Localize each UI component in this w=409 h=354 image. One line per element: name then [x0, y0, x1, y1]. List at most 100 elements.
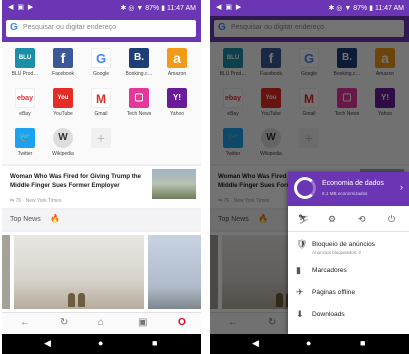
notification-icons: ◀ ▣ ▶: [216, 4, 243, 11]
speed-dial-yahoo[interactable]: Y! Yahoo: [160, 86, 194, 122]
gear-icon[interactable]: ⚙: [328, 214, 336, 225]
system-home-icon[interactable]: ●: [98, 338, 103, 348]
news-image: [2, 235, 10, 309]
speed-dial-facebook[interactable]: f Facebook: [46, 46, 80, 82]
menu-item-downloads[interactable]: ⬇ Downloads: [288, 306, 409, 326]
news-card[interactable]: Woman Who Was Fired for Giving Trump the…: [2, 166, 201, 208]
menu-item-bookmarks[interactable]: ▮ Marcadores: [288, 262, 409, 282]
speed-dial-label: Facebook: [52, 71, 74, 77]
notification-icons: ◀ ▣ ▶: [8, 4, 35, 11]
system-recent-icon[interactable]: ■: [360, 338, 365, 348]
gmail-icon: M: [91, 88, 111, 108]
blu-icon: BLU: [15, 48, 35, 68]
speed-dial-label: Booking.c…: [125, 71, 153, 77]
speed-dial-label: eBay: [19, 111, 31, 117]
speed-dial-label: Amazon: [167, 71, 187, 77]
opera-main-menu: Economia de dados 6,1 MB economizados › …: [288, 172, 409, 334]
top-news-label: Top News: [10, 216, 41, 223]
status-bar: ◀ ▣ ▶ ✱ ◎ ▼ 87% ▮ 11:47 AM: [210, 0, 409, 16]
speed-dial-label: Gmail: [94, 111, 108, 117]
speed-dial-label: BLU Prod…: [11, 71, 39, 77]
status-indicators: ✱ ◎ ▼ 87% ▮ 11:47 AM: [120, 5, 196, 12]
speed-dial-booking[interactable]: B. Booking.c…: [122, 46, 156, 82]
twitter-icon: 🐦: [15, 128, 35, 148]
download-icon: ⬇: [296, 309, 304, 319]
menu-item-label: Downloads: [312, 311, 345, 318]
soldier-figure: [78, 293, 85, 307]
facebook-icon: f: [53, 48, 73, 68]
back-icon[interactable]: ←: [20, 317, 30, 328]
speed-dial-youtube[interactable]: You YouTube: [46, 86, 80, 122]
wikipedia-icon: W: [53, 128, 73, 148]
speed-dial-add-button[interactable]: +: [84, 126, 118, 162]
power-icon[interactable]: ⏻: [388, 214, 395, 225]
speed-dial-label: Google: [92, 71, 110, 77]
history-icon[interactable]: ⟲: [358, 214, 366, 225]
system-recent-icon[interactable]: ■: [152, 338, 157, 348]
ebay-icon: ebay: [15, 88, 35, 108]
speed-dial-gmail[interactable]: M Gmail: [84, 86, 118, 122]
home-icon[interactable]: ⌂: [98, 317, 104, 328]
speed-dial-technews[interactable]: ▢ Tech News: [122, 86, 156, 122]
top-news-header: Top News 🔥: [2, 210, 201, 230]
soldier-figure: [68, 293, 75, 307]
speed-dial-twitter[interactable]: 🐦 Twitter: [8, 126, 42, 162]
speed-dial-ebay[interactable]: ebay eBay: [8, 86, 42, 122]
airplane-icon: ✈: [296, 287, 304, 297]
google-icon: G: [91, 48, 111, 68]
data-savings-header[interactable]: Economia de dados 6,1 MB economizados ›: [288, 172, 409, 206]
bottom-nav: ← ↻ ⌂ ▣ O: [2, 312, 201, 334]
amazon-icon: a: [167, 48, 187, 68]
browser-screen-home: ◀ ▣ ▶ ✱ ◎ ▼ 87% ▮ 11:47 AM G Pesquisar o…: [2, 0, 201, 354]
search-placeholder: Pesquisar ou digitar endereço: [23, 24, 117, 31]
menu-item-label: Marcadores: [312, 267, 347, 274]
data-savings-gauge-icon: [294, 177, 316, 199]
speed-dial-google[interactable]: G Google: [84, 46, 118, 82]
system-nav: ◀ ● ■: [210, 334, 409, 354]
booking-icon: B.: [129, 48, 149, 68]
speed-dial-label: Yahoo: [169, 111, 185, 117]
news-image-carousel[interactable]: [2, 232, 201, 312]
news-meta: ⇆ 76 · New York Times: [10, 198, 62, 204]
system-back-icon[interactable]: ◀: [252, 338, 259, 349]
reload-icon[interactable]: ↻: [60, 317, 68, 328]
speed-dial-blu[interactable]: BLU BLU Prod…: [8, 46, 42, 82]
search-input[interactable]: G Pesquisar ou digitar endereço: [6, 20, 196, 37]
speed-dial-label: Wikipedia: [52, 151, 74, 157]
status-indicators: ✱ ◎ ▼ 87% ▮ 11:47 AM: [328, 5, 404, 12]
youtube-icon: You: [53, 88, 73, 108]
opera-menu-icon[interactable]: O: [178, 317, 186, 328]
yahoo-icon: Y!: [167, 88, 187, 108]
status-bar: ◀ ▣ ▶ ✱ ◎ ▼ 87% ▮ 11:47 AM: [2, 0, 201, 16]
data-savings-title: Economia de dados: [322, 180, 384, 187]
system-back-icon[interactable]: ◀: [44, 338, 51, 349]
tabs-icon[interactable]: ▣: [138, 317, 147, 328]
news-image: [148, 235, 201, 309]
plus-icon: +: [91, 128, 111, 148]
top-bar: G Pesquisar ou digitar endereço: [2, 16, 201, 42]
data-savings-subtitle: 6,1 MB economizados: [322, 191, 368, 196]
incognito-icon[interactable]: ⛷: [298, 214, 309, 225]
menu-item-offline-pages[interactable]: ✈ Páginas offline: [288, 284, 409, 304]
chevron-right-icon: ›: [400, 182, 403, 192]
menu-item-label: Páginas offline: [312, 289, 356, 296]
shield-icon: 🛡: [296, 239, 308, 249]
news-image: [14, 235, 144, 309]
speed-dial-wikipedia[interactable]: W Wikipedia: [46, 126, 80, 162]
menu-icon-row: ⛷ ⚙ ⟲ ⏻: [288, 208, 409, 232]
system-home-icon[interactable]: ●: [306, 338, 311, 348]
system-nav: ◀ ● ■: [2, 334, 201, 354]
fire-icon: 🔥: [50, 214, 60, 223]
speed-dial: BLU BLU Prod… f Facebook G Google B. Booking…: [2, 42, 201, 164]
news-thumbnail: [152, 169, 196, 199]
menu-item-label: Bloqueio de anúncios: [312, 241, 376, 248]
speed-dial-label: Tech News: [126, 111, 152, 117]
menu-item-ad-blocking[interactable]: 🛡 Bloqueio de anúncios Anúncios bloquead…: [288, 236, 409, 260]
browser-screen-menu: ◀ ▣ ▶ ✱ ◎ ▼ 87% ▮ 11:47 AM G Pesquisar o…: [210, 0, 409, 354]
bookmark-icon: ▮: [296, 265, 301, 275]
speed-dial-label: YouTube: [53, 111, 73, 117]
google-icon: G: [10, 22, 18, 33]
speed-dial-amazon[interactable]: a Amazon: [160, 46, 194, 82]
menu-item-sublabel: Anúncios bloqueados: 2: [312, 250, 362, 255]
news-title: Woman Who Was Fired for Giving Trump the…: [10, 173, 141, 189]
